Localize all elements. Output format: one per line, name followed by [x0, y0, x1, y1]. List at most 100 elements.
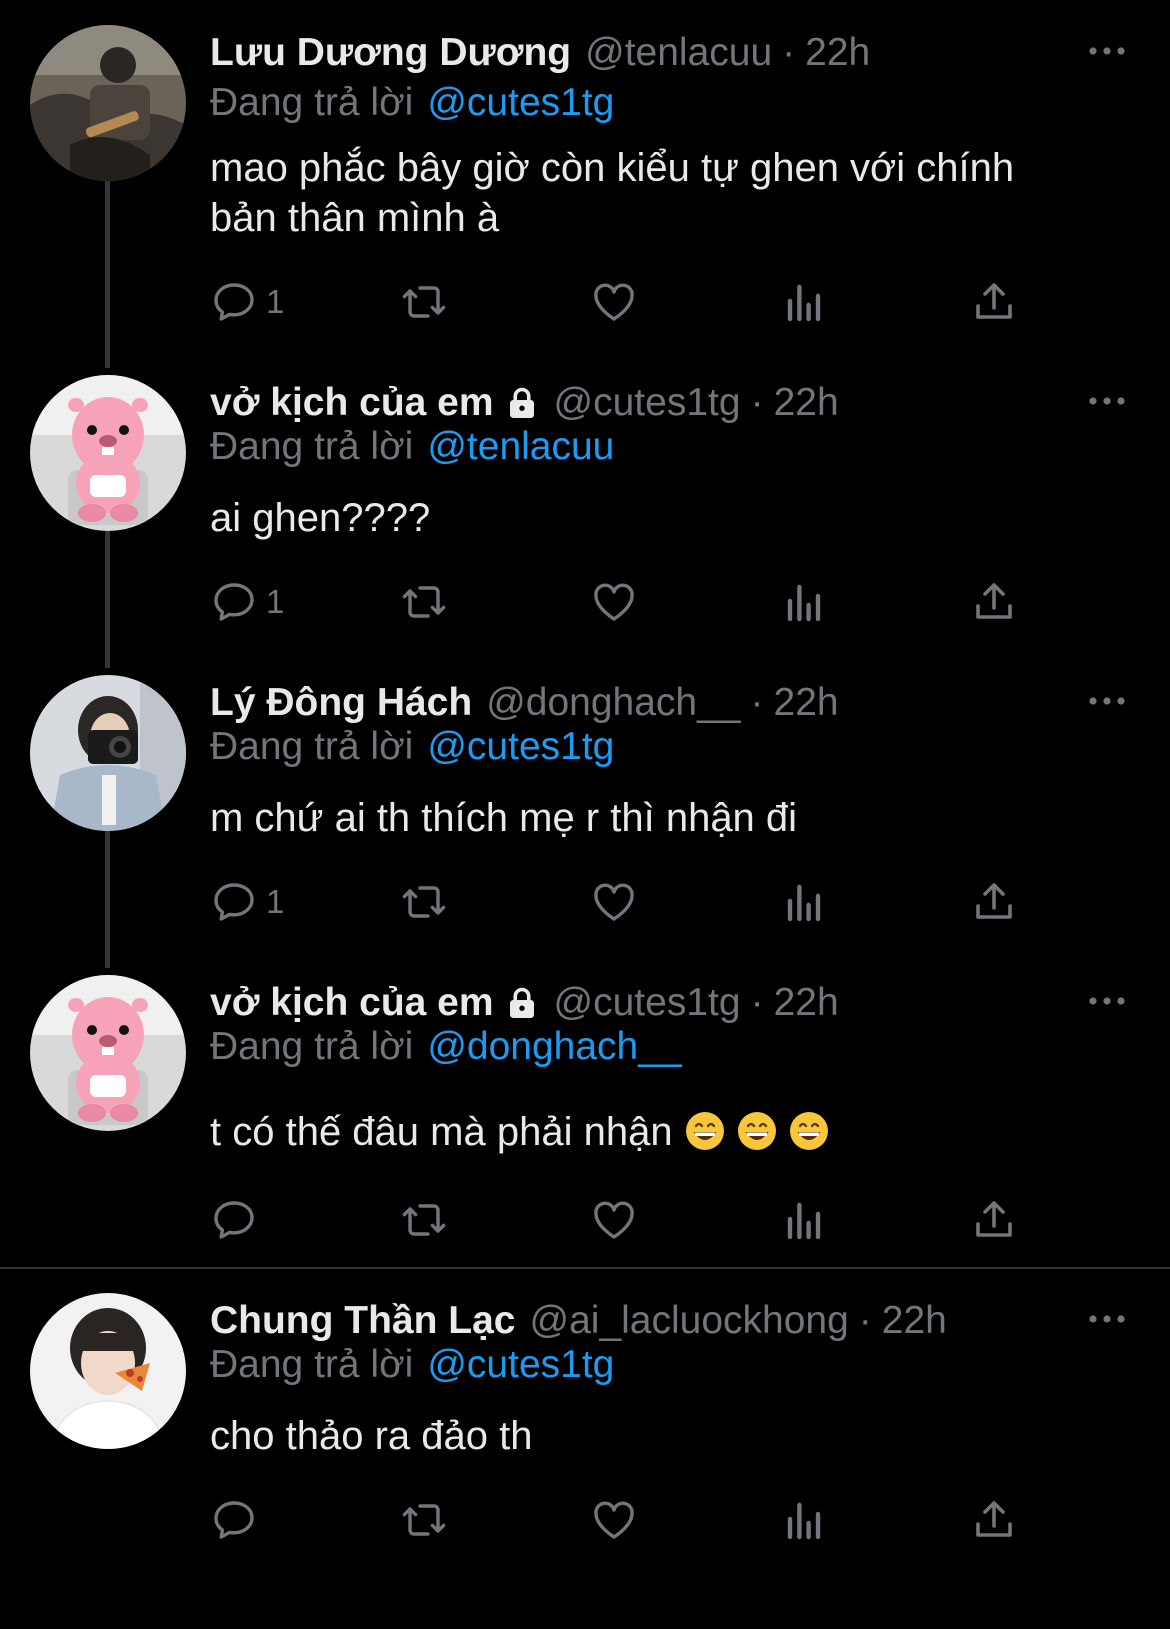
share-button[interactable]	[970, 1495, 1018, 1545]
views-button[interactable]	[780, 1495, 828, 1545]
views-icon	[780, 1196, 828, 1244]
views-icon	[780, 278, 828, 326]
tweet-text: t có thế đâu mà phải nhận	[210, 1107, 1110, 1157]
tweet-text: ai ghen????	[210, 493, 1110, 543]
views-button[interactable]	[780, 1195, 828, 1245]
reply-icon	[210, 1496, 258, 1544]
share-button[interactable]	[970, 1195, 1018, 1245]
tweet-text-line: cho thảo ra đảo th	[210, 1414, 533, 1458]
share-icon	[970, 578, 1018, 626]
reply-count: 1	[266, 883, 285, 920]
avatar[interactable]	[30, 1293, 186, 1449]
reply-button[interactable]: 1	[210, 577, 284, 627]
views-icon	[780, 578, 828, 626]
timestamp[interactable]: 22h	[774, 381, 839, 425]
display-name[interactable]: vở kịch của em	[210, 981, 494, 1025]
mention-link[interactable]: @cutes1tg	[427, 81, 614, 124]
like-button[interactable]	[590, 277, 638, 327]
share-icon	[970, 878, 1018, 926]
heart-icon	[590, 1496, 638, 1544]
timestamp[interactable]: 22h	[774, 681, 839, 725]
grinning-emoji	[685, 1111, 725, 1151]
display-name[interactable]: Lý Đông Hách	[210, 681, 472, 725]
reply-button[interactable]: 1	[210, 877, 284, 927]
more-icon[interactable]	[1085, 1307, 1129, 1331]
avatar[interactable]	[30, 25, 186, 181]
user-handle[interactable]: @cutes1tg	[554, 381, 741, 425]
user-handle[interactable]: @tenlacuu	[585, 31, 772, 75]
like-button[interactable]	[590, 577, 638, 627]
reply-icon	[210, 1196, 258, 1244]
retweet-button[interactable]	[400, 877, 448, 927]
user-handle[interactable]: @ai_lacluockhong	[530, 1299, 849, 1343]
tweet-text: m chứ ai th thích mẹ r thì nhận đi	[210, 793, 1110, 843]
grinning-emoji	[789, 1111, 829, 1151]
display-name[interactable]: Chung Thần Lạc	[210, 1299, 516, 1343]
timestamp[interactable]: 22h	[774, 981, 839, 1025]
mention-link[interactable]: @tenlacuu	[427, 425, 614, 468]
replying-to-label: Đang trả lời	[210, 1025, 414, 1068]
share-icon	[970, 278, 1018, 326]
like-button[interactable]	[590, 877, 638, 927]
replying-to-label: Đang trả lời	[210, 425, 414, 468]
tweet-text-line: ai ghen????	[210, 496, 431, 540]
avatar[interactable]	[30, 975, 186, 1131]
tweet-text-line: mao phắc bây giờ còn kiểu tự ghen với ch…	[210, 146, 1015, 190]
heart-icon	[590, 1196, 638, 1244]
replying-to-label: Đang trả lời	[210, 725, 414, 768]
replying-to: Đang trả lời @cutes1tg	[210, 81, 614, 125]
more-icon[interactable]	[1085, 389, 1129, 413]
mention-link[interactable]: @cutes1tg	[427, 1343, 614, 1386]
like-button[interactable]	[590, 1495, 638, 1545]
replying-to: Đang trả lời @cutes1tg	[210, 1343, 614, 1387]
user-handle[interactable]: @donghach__	[486, 681, 740, 725]
tweet-text-line: m chứ ai th thích mẹ r thì nhận đi	[210, 796, 798, 840]
lock-icon	[504, 985, 540, 1021]
user-handle[interactable]: @cutes1tg	[554, 981, 741, 1025]
like-button[interactable]	[590, 1195, 638, 1245]
reply-icon	[210, 278, 258, 326]
timestamp[interactable]: 22h	[882, 1299, 947, 1343]
reply-icon	[210, 578, 258, 626]
views-button[interactable]	[780, 877, 828, 927]
reply-icon	[210, 878, 258, 926]
replying-to: Đang trả lời @cutes1tg	[210, 725, 614, 769]
more-icon[interactable]	[1085, 989, 1129, 1013]
mention-link[interactable]: @cutes1tg	[427, 725, 614, 768]
separator-dot: ·	[750, 681, 764, 724]
reply-button[interactable]	[210, 1195, 258, 1245]
display-name[interactable]: vở kịch của em	[210, 381, 494, 425]
retweet-icon	[400, 578, 448, 626]
reply-button[interactable]: 1	[210, 277, 284, 327]
more-icon[interactable]	[1085, 39, 1129, 63]
retweet-button[interactable]	[400, 277, 448, 327]
more-icon[interactable]	[1085, 689, 1129, 713]
timestamp[interactable]: 22h	[805, 31, 870, 75]
tweet-text: mao phắc bây giờ còn kiểu tự ghen với ch…	[210, 143, 1110, 243]
retweet-button[interactable]	[400, 1495, 448, 1545]
share-button[interactable]	[970, 877, 1018, 927]
thread-connector	[105, 528, 110, 668]
retweet-icon	[400, 278, 448, 326]
views-button[interactable]	[780, 577, 828, 627]
display-name[interactable]: Lưu Dương Dương	[210, 31, 571, 75]
tweet-header: Chung Thần Lạc @ai_lacluockhong · 22h	[210, 1293, 947, 1349]
avatar[interactable]	[30, 375, 186, 531]
grinning-emoji	[737, 1111, 777, 1151]
reply-button[interactable]	[210, 1495, 258, 1545]
retweet-button[interactable]	[400, 577, 448, 627]
separator-dot: ·	[750, 381, 764, 424]
retweet-button[interactable]	[400, 1195, 448, 1245]
separator-dot: ·	[750, 981, 764, 1024]
action-bar: 1	[210, 577, 1050, 627]
action-bar: 1	[210, 877, 1050, 927]
views-button[interactable]	[780, 277, 828, 327]
avatar[interactable]	[30, 675, 186, 831]
reply-count: 1	[266, 583, 285, 620]
replying-to-label: Đang trả lời	[210, 81, 414, 124]
mention-link[interactable]: @donghach__	[427, 1025, 681, 1068]
views-icon	[780, 878, 828, 926]
share-button[interactable]	[970, 577, 1018, 627]
replying-to: Đang trả lời @donghach__	[210, 1025, 682, 1069]
share-button[interactable]	[970, 277, 1018, 327]
